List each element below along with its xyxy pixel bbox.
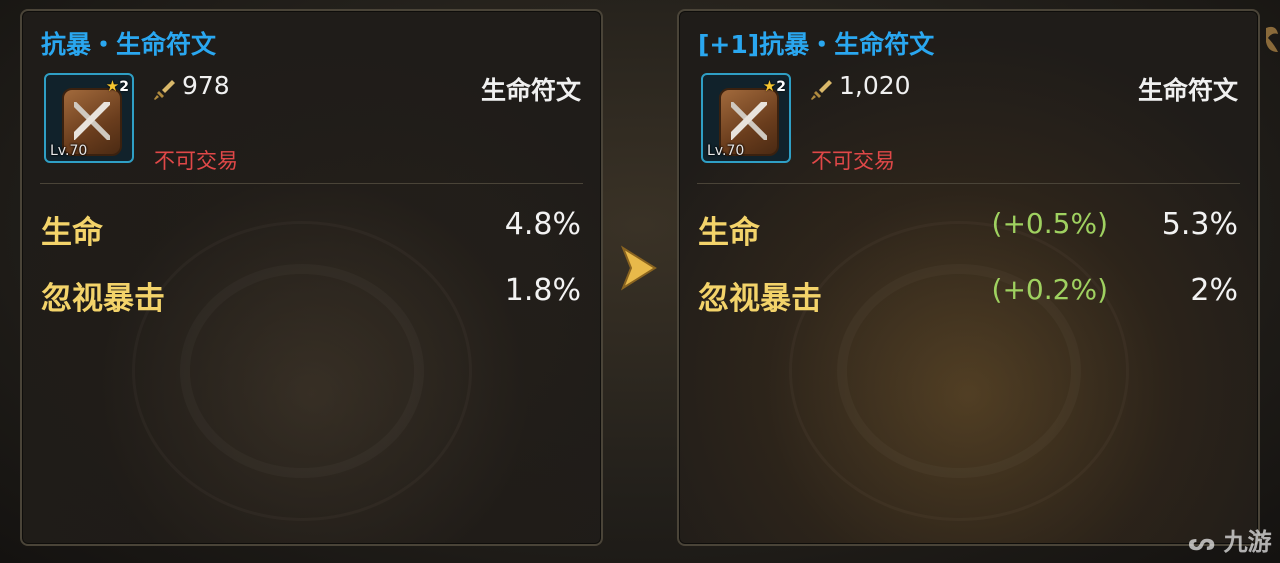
rune-type: 生命符文 [1137, 76, 1238, 105]
star-badge: ★2 [106, 77, 129, 95]
stat-name-crit-ignore: 忽视暴击 [698, 281, 822, 317]
star-icon: ★ [762, 77, 777, 95]
rune-item-slot[interactable]: ★2 Lv.70 [44, 73, 134, 163]
stat-name-hp: 生命 [41, 215, 103, 251]
upgraded-rune-panel: [+1]抗暴・生命符文 ★2 Lv.70 1,020 生命符文 不可交易 生命 … [677, 9, 1260, 546]
background-emblem [132, 221, 472, 521]
sword-power-icon [154, 80, 175, 100]
chevron-right-icon [620, 245, 657, 291]
star-count: 2 [776, 79, 786, 95]
star-icon: ★ [105, 77, 120, 95]
background-emblem [789, 221, 1129, 521]
trade-status: 不可交易 [154, 149, 238, 173]
star-badge: ★2 [763, 77, 786, 95]
power-value: 1,020 [839, 71, 911, 100]
stat-name-crit-ignore: 忽视暴击 [41, 281, 165, 317]
divider [697, 183, 1240, 184]
stat-value-hp: 4.8% [504, 207, 581, 242]
stat-value-crit-ignore: 2% [1190, 273, 1238, 308]
watermark-text: 九游 [1223, 528, 1272, 556]
rune-type: 生命符文 [480, 76, 581, 105]
rune-title: [+1]抗暴・生命符文 [698, 30, 935, 59]
stat-name-hp: 生命 [698, 215, 760, 251]
current-rune-panel: 抗暴・生命符文 ★2 Lv.70 978 生命符文 不可交易 生命 4.8% 忽… [20, 9, 603, 546]
rune-title: 抗暴・生命符文 [41, 30, 217, 59]
item-level: Lv.70 [50, 143, 88, 159]
stat-value-crit-ignore: 1.8% [504, 273, 581, 308]
power-value: 978 [182, 71, 230, 100]
divider [40, 183, 583, 184]
item-level: Lv.70 [707, 143, 745, 159]
stat-diff-crit-ignore: (+0.2%) [991, 273, 1108, 306]
frame-ornament-icon [1266, 26, 1278, 52]
sword-power-icon [811, 80, 832, 100]
star-count: 2 [119, 79, 129, 95]
watermark: ᔕ 九游 [1188, 528, 1272, 556]
stat-value-hp: 5.3% [1161, 207, 1238, 242]
rune-item-slot[interactable]: ★2 Lv.70 [701, 73, 791, 163]
trade-status: 不可交易 [811, 149, 895, 173]
stat-diff-hp: (+0.5%) [991, 207, 1108, 240]
